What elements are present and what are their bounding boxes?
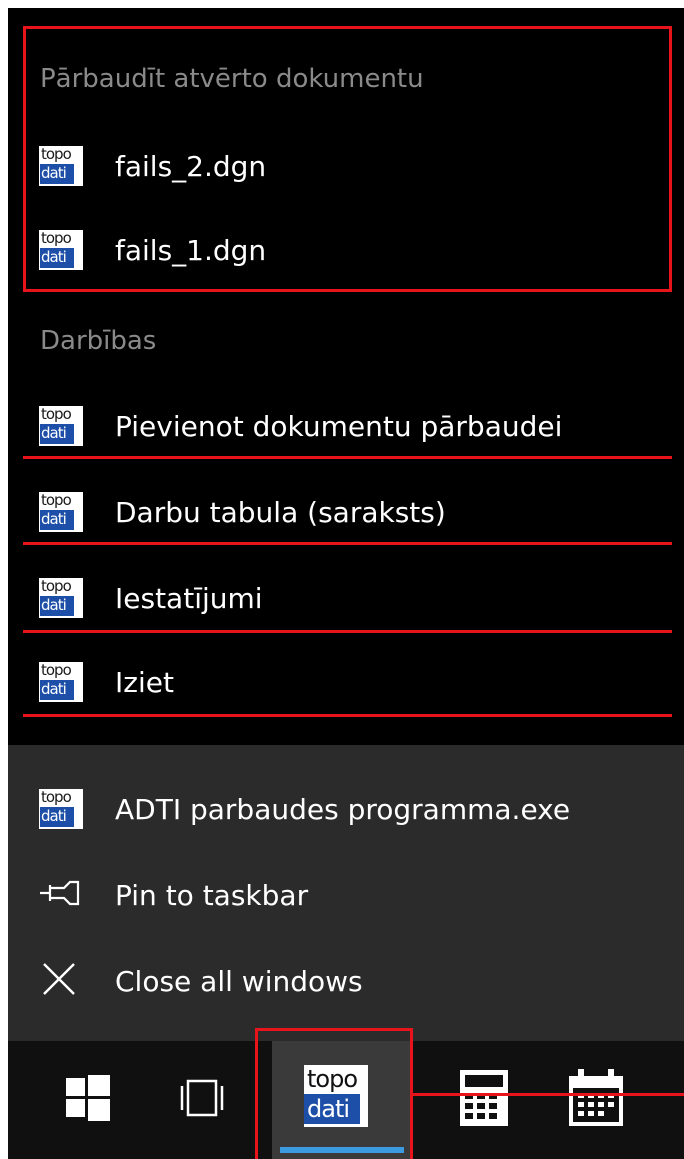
topo-dati-icon: topo dati xyxy=(39,230,83,270)
task-label: Pievienot dokumentu pārbaudei xyxy=(115,409,563,443)
recent-item-label: fails_2.dgn xyxy=(115,149,267,183)
recent-item-fails-2[interactable]: topo dati fails_2.dgn xyxy=(8,124,684,208)
topo-dati-icon: topo dati xyxy=(39,578,83,618)
pin-label: Pin to taskbar xyxy=(115,878,309,912)
recent-header: Pārbaudīt atvērto dokumentu xyxy=(40,64,424,94)
topo-dati-icon: topo dati xyxy=(39,789,83,829)
pin-to-taskbar-item[interactable]: Pin to taskbar xyxy=(8,853,684,937)
task-view-icon xyxy=(174,1078,230,1122)
calendar-icon xyxy=(568,1068,624,1132)
close-all-windows-item[interactable]: Close all windows xyxy=(8,939,684,1023)
topo-dati-app-icon: topo dati xyxy=(304,1065,368,1127)
topo-dati-icon: topo dati xyxy=(39,662,83,702)
topo-dati-icon: topo dati xyxy=(39,406,83,446)
calendar-button[interactable] xyxy=(536,1041,656,1159)
app-name-label: ADTI parbaudes programma.exe xyxy=(115,792,571,826)
taskbar: topo dati xyxy=(8,1041,684,1159)
task-label: Iestatījumi xyxy=(115,581,263,615)
windows-start-icon xyxy=(65,1075,111,1125)
tasks-header: Darbības xyxy=(40,326,157,356)
topo-dati-taskbar-button[interactable]: topo dati xyxy=(272,1041,412,1159)
topo-dati-icon: topo dati xyxy=(39,146,83,186)
task-settings[interactable]: topo dati Iestatījumi xyxy=(8,556,684,640)
jump-list: Pārbaudīt atvērto dokumentu topo dati fa… xyxy=(8,8,684,745)
task-add-document[interactable]: topo dati Pievienot dokumentu pārbaudei xyxy=(8,384,684,468)
task-exit[interactable]: topo dati Iziet xyxy=(8,640,684,724)
close-icon xyxy=(42,962,76,1000)
calculator-icon xyxy=(459,1069,509,1131)
topo-dati-icon: topo dati xyxy=(39,492,83,532)
pin-icon xyxy=(38,880,82,910)
task-label: Iziet xyxy=(115,665,174,699)
app-actions: topo dati ADTI parbaudes programma.exe P… xyxy=(8,745,684,1041)
recent-item-label: fails_1.dgn xyxy=(115,233,267,267)
calculator-button[interactable] xyxy=(424,1041,544,1159)
app-launch-item[interactable]: topo dati ADTI parbaudes programma.exe xyxy=(8,767,684,851)
close-label: Close all windows xyxy=(115,964,363,998)
task-work-table[interactable]: topo dati Darbu tabula (saraksts) xyxy=(8,470,684,554)
recent-item-fails-1[interactable]: topo dati fails_1.dgn xyxy=(8,208,684,292)
start-button[interactable] xyxy=(28,1041,148,1159)
task-label: Darbu tabula (saraksts) xyxy=(115,495,446,529)
task-view-button[interactable] xyxy=(142,1041,262,1159)
active-indicator xyxy=(280,1147,404,1153)
